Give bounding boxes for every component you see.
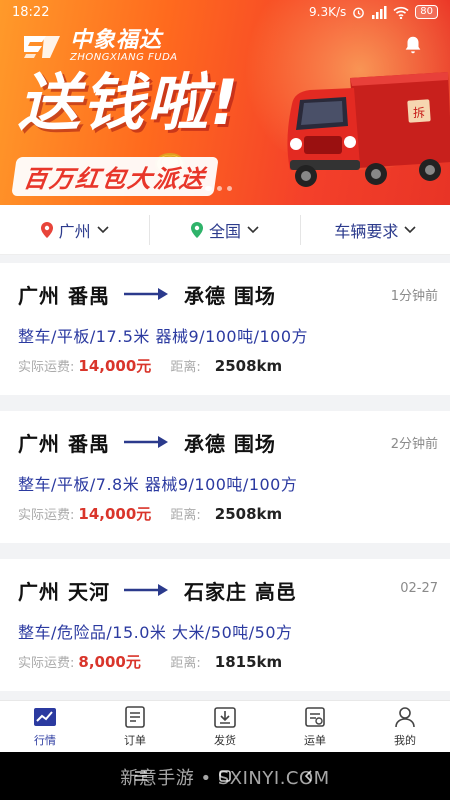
alarm-icon	[353, 7, 365, 18]
banner-subline: 百万红包大派送	[21, 165, 208, 193]
bell-icon[interactable]	[402, 34, 424, 56]
watermark: 新意手游 • SXINYI.COM	[120, 768, 330, 789]
brand-logo: 中象福达 ZHONGXIANG FUDA	[20, 30, 178, 63]
waybill-icon	[305, 707, 325, 727]
bottom-tab-bar: 行情 订单 发货 运单 我的	[0, 700, 450, 752]
fee-label: 实际运费:	[18, 360, 75, 375]
tab-label: 行情	[34, 734, 56, 747]
origin-city: 广州 番禺	[18, 431, 110, 456]
location-pin-green-icon	[190, 221, 203, 238]
status-bar: 18:22 9.3K/s 80	[0, 0, 450, 24]
tab-waybill[interactable]: 运单	[270, 701, 360, 752]
distance-value: 2508km	[214, 356, 283, 375]
tab-label: 发货	[214, 734, 236, 747]
filter-bar: 广州 全国 车辆要求	[0, 205, 450, 255]
truck-illustration-icon: 拆	[287, 72, 450, 187]
fee-label: 实际运费:	[18, 656, 75, 671]
origin-city: 广州 天河	[18, 579, 110, 604]
chevron-down-icon	[97, 225, 109, 233]
carousel-dots	[205, 186, 232, 191]
vehicle-filter[interactable]: 车辆要求	[299, 214, 450, 245]
cargo-spec: 整车/平板/17.5米 器械9/100吨/100方	[18, 327, 309, 346]
fee-value: 14,000元	[78, 357, 152, 375]
net-speed: 9.3K/s	[309, 5, 347, 19]
order-card[interactable]: 广州 番禺 承德 围场 2分钟前 整车/平板/7.8米 器械9/100吨/100…	[0, 411, 450, 543]
distance-value: 2508km	[214, 504, 283, 523]
arrow-right-icon	[123, 288, 168, 300]
banner-subline-box: 百万红包大派送	[11, 157, 219, 196]
posted-time: 1分钟前	[390, 289, 438, 304]
order-meta: 实际运费: 14,000元 距离: 2508km	[18, 503, 434, 524]
tab-market[interactable]: 行情	[0, 701, 90, 752]
carousel-dot	[205, 186, 212, 191]
chevron-down-icon	[404, 225, 416, 233]
signal-icon	[372, 5, 387, 19]
arrow-right-icon	[123, 436, 168, 448]
order-card[interactable]: 广州 天河 石家庄 高邑 02-27 整车/危险品/15.0米 大米/50吨/5…	[0, 559, 450, 691]
fee-value: 14,000元	[78, 505, 152, 523]
destination-city: 承德 围场	[183, 431, 276, 456]
cargo-spec: 整车/危险品/15.0米 大米/50吨/50方	[18, 623, 293, 642]
fee-label: 实际运费:	[18, 508, 75, 523]
vehicle-filter-label: 车辆要求	[334, 221, 399, 241]
posted-time: 02-27	[400, 581, 438, 596]
route: 广州 天河 石家庄 高邑	[18, 575, 434, 605]
banner-headline: 送钱啦!	[18, 66, 241, 139]
brand-name-cn: 中象福达	[70, 28, 163, 53]
tab-orders[interactable]: 订单	[90, 701, 180, 752]
distance-label: 距离:	[170, 508, 201, 523]
origin-city: 广州 番禺	[18, 283, 110, 308]
fee-value: 8,000元	[78, 653, 141, 671]
battery-indicator: 80	[415, 5, 438, 19]
destination-filter[interactable]: 全国	[149, 214, 299, 245]
person-icon	[395, 707, 415, 728]
document-icon	[125, 706, 145, 728]
tab-ship[interactable]: 发货	[180, 701, 270, 752]
distance-value: 1815km	[214, 652, 283, 671]
location-pin-red-icon	[40, 221, 53, 238]
carousel-dot	[217, 186, 222, 191]
distance-label: 距离:	[170, 656, 201, 671]
brand-mark-icon	[24, 35, 60, 58]
brand-name-en: ZHONGXIANG FUDA	[70, 52, 178, 63]
destination-city: 石家庄 高邑	[183, 579, 297, 604]
origin-filter-label: 广州	[58, 221, 91, 241]
tab-label: 运单	[304, 734, 326, 747]
tab-label: 订单	[124, 734, 146, 747]
order-list: 广州 番禺 承德 围场 1分钟前 整车/平板/17.5米 器械9/100吨/10…	[0, 263, 450, 707]
posted-time: 2分钟前	[390, 437, 438, 452]
distance-label: 距离:	[170, 360, 201, 375]
route: 广州 番禺 承德 围场	[18, 427, 434, 457]
destination-city: 承德 围场	[183, 283, 276, 308]
svg-text:拆: 拆	[413, 105, 425, 120]
cargo-spec: 整车/平板/7.8米 器械9/100吨/100方	[18, 475, 298, 494]
download-box-icon	[214, 707, 236, 728]
chevron-down-icon	[247, 225, 259, 233]
order-meta: 实际运费: 14,000元 距离: 2508km	[18, 355, 434, 376]
status-right: 9.3K/s 80	[309, 5, 438, 19]
destination-filter-label: 全国	[208, 221, 241, 241]
wifi-icon	[393, 6, 409, 19]
tab-label: 我的	[394, 734, 416, 747]
carousel-dot	[227, 186, 232, 191]
order-card[interactable]: 广州 番禺 承德 围场 1分钟前 整车/平板/17.5米 器械9/100吨/10…	[0, 263, 450, 395]
promo-banner[interactable]: 18:22 9.3K/s 80 中象福达 ZHONGXIANG FUDA 送钱啦…	[0, 0, 450, 205]
route: 广州 番禺 承德 围场	[18, 279, 434, 309]
chart-icon	[34, 708, 56, 726]
order-meta: 实际运费: 8,000元 距离: 1815km	[18, 651, 434, 672]
arrow-right-icon	[123, 584, 168, 596]
tab-profile[interactable]: 我的	[360, 701, 450, 752]
status-time: 18:22	[12, 4, 50, 20]
origin-filter[interactable]: 广州	[0, 215, 149, 245]
